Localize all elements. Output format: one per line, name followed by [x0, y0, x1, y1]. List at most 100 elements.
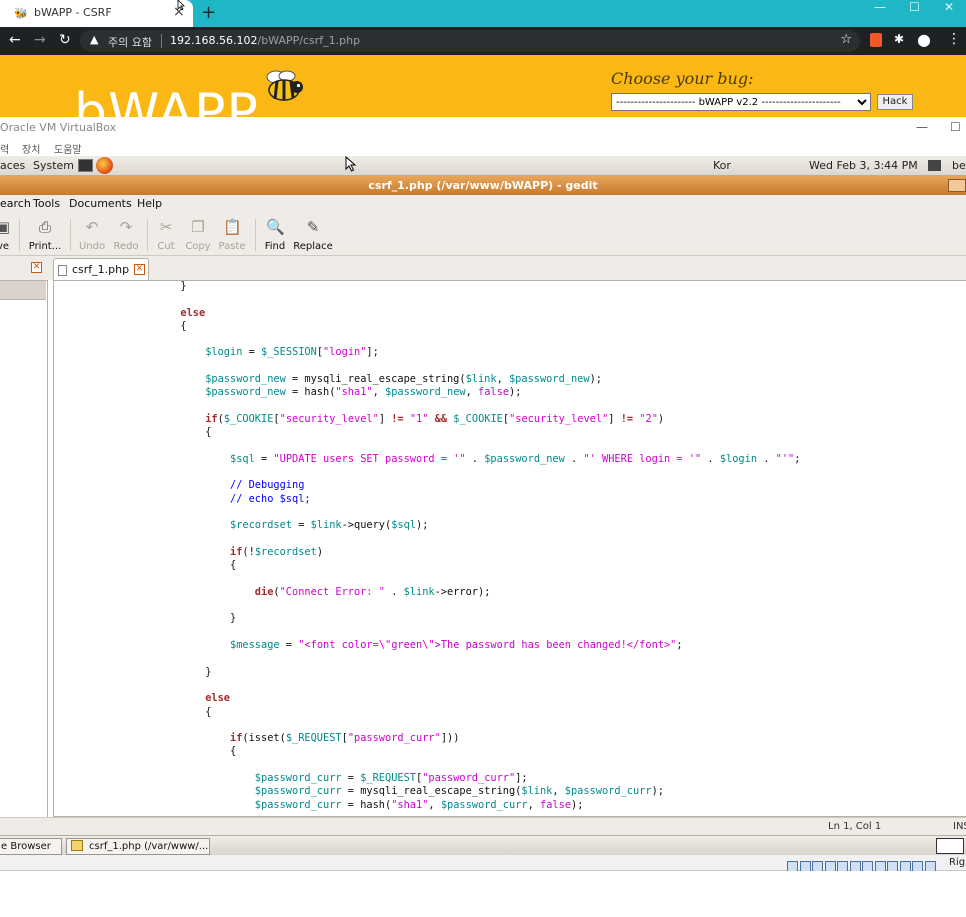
new-tab-button[interactable]: +	[201, 2, 216, 23]
display-icon[interactable]	[928, 160, 941, 171]
code-line[interactable]: $sql = "UPDATE users SET password = '" .…	[106, 453, 800, 466]
code-editor[interactable]: } else { $login = $_SESSION["login"]; $p…	[53, 280, 966, 817]
code-line[interactable]	[106, 719, 800, 732]
code-line[interactable]	[106, 400, 800, 413]
code-line[interactable]: if($_COOKIE["security_level"] != "1" && …	[106, 413, 800, 426]
window-close-icon[interactable]: ✕	[944, 0, 954, 14]
terminal-launcher-icon[interactable]	[78, 159, 93, 172]
code-line[interactable]: {	[106, 426, 800, 439]
code-line[interactable]	[106, 293, 800, 306]
side-pane[interactable]	[0, 280, 48, 820]
window-maximize-icon[interactable]: ☐	[909, 0, 920, 14]
forward-arrow-icon[interactable]: →	[34, 32, 46, 48]
reload-icon[interactable]: ↻	[59, 32, 71, 48]
code-line[interactable]: $password_new = mysqli_real_escape_strin…	[106, 373, 800, 386]
code-line[interactable]: $recordset = $link->query($sql);	[106, 519, 800, 532]
browser-menu-icon[interactable]: ⋮	[947, 31, 961, 47]
bwapp-logo[interactable]: bWAPP	[74, 83, 259, 117]
vbox-menu-help[interactable]: 도움말	[54, 141, 82, 156]
extensions-puzzle-icon[interactable]: ✱	[894, 32, 904, 46]
code-line[interactable]: }	[106, 666, 800, 679]
code-line[interactable]: $password_curr = hash("sha1", $password_…	[106, 799, 800, 812]
code-line[interactable]	[106, 506, 800, 519]
vbox-minimize-icon[interactable]: —	[916, 120, 928, 134]
firefox-launcher-icon[interactable]	[96, 157, 113, 174]
code-line[interactable]	[106, 573, 800, 586]
profile-avatar-icon[interactable]: ●	[917, 30, 931, 49]
code-line[interactable]: }	[106, 612, 800, 625]
vbox-menu-devices[interactable]: 장치	[22, 141, 40, 156]
bug-select[interactable]: ---------------------- bWAPP v2.2 ------…	[611, 93, 871, 111]
menu-help[interactable]: Help	[137, 197, 162, 210]
code-line[interactable]: else	[106, 692, 800, 705]
security-warning-label[interactable]: 주의 요함	[108, 34, 152, 50]
find-button[interactable]: 🔍 Find	[261, 215, 289, 255]
bookmark-star-icon[interactable]: ☆	[840, 32, 852, 47]
code-line[interactable]: if(isset($_REQUEST["password_curr"]))	[106, 732, 800, 745]
extension-shield-icon[interactable]	[870, 33, 882, 47]
menu-search[interactable]: earch	[0, 197, 31, 210]
menu-tools[interactable]: Tools	[33, 197, 60, 210]
panel-clock[interactable]: Wed Feb 3, 3:44 PM	[809, 159, 918, 172]
taskbar-gedit[interactable]: csrf_1.php (/var/www/...	[66, 838, 210, 855]
code-line[interactable]: {	[106, 559, 800, 572]
address-bar[interactable]: ▲ 주의 요함 192.168.56.102/bWAPP/csrf_1.php …	[80, 30, 860, 52]
browser-tab[interactable]: 🐝 bWAPP - CSRF ×	[0, 0, 193, 27]
redo-button[interactable]: ↷ Redo	[111, 215, 141, 255]
document-tab-close-icon[interactable]: ✕	[134, 264, 145, 275]
print-button[interactable]: ⎙ Print...	[26, 215, 64, 255]
warning-triangle-icon[interactable]: ▲	[90, 33, 98, 46]
code-line[interactable]: $password_new = hash("sha1", $password_n…	[106, 386, 800, 399]
url-text[interactable]: 192.168.56.102/bWAPP/csrf_1.php	[170, 34, 360, 47]
hack-button[interactable]: Hack	[877, 94, 913, 110]
code-line[interactable]: else	[106, 307, 800, 320]
code-line[interactable]: {	[106, 706, 800, 719]
code-line[interactable]	[106, 360, 800, 373]
vbox-maximize-icon[interactable]: ☐	[950, 120, 961, 134]
code-line[interactable]: if(!$recordset)	[106, 546, 800, 559]
gedit-minimize-button[interactable]	[948, 179, 966, 192]
save-button[interactable]: ▣ ve	[0, 215, 12, 255]
panel-system-menu[interactable]: System	[33, 159, 74, 172]
code-line[interactable]: $message = "<font color=\"green\">The pa…	[106, 639, 800, 652]
code-line[interactable]: $login = $_SESSION["login"];	[106, 346, 800, 359]
code-line[interactable]	[106, 626, 800, 639]
code-line[interactable]	[106, 599, 800, 612]
window-minimize-icon[interactable]: —	[874, 0, 886, 14]
code-line[interactable]: {	[106, 320, 800, 333]
cut-button[interactable]: ✂ Cut	[153, 215, 179, 255]
vbox-menu-input[interactable]: 력	[0, 141, 9, 156]
code-line[interactable]: $password_curr = mysqli_real_escape_stri…	[106, 785, 800, 798]
code-line[interactable]: {	[106, 745, 800, 758]
copy-button[interactable]: ❐ Copy	[182, 215, 214, 255]
replace-button[interactable]: ✎ Replace	[292, 215, 334, 255]
paste-button[interactable]: 📋 Paste	[216, 215, 248, 255]
keyboard-layout-indicator[interactable]: Kor	[713, 159, 731, 172]
menu-documents[interactable]: Documents	[69, 197, 132, 210]
code-line[interactable]	[106, 759, 800, 772]
code-token: ->error);	[434, 585, 491, 598]
code-line[interactable]	[106, 440, 800, 453]
document-tab[interactable]: csrf_1.php ✕	[53, 258, 149, 280]
code-token: "2"	[639, 412, 658, 425]
code-line[interactable]: // Debugging	[106, 479, 800, 492]
panel-user-name[interactable]: bee	[952, 159, 966, 172]
code-line[interactable]	[106, 466, 800, 479]
taskbar-file-browser[interactable]: e Browser	[0, 838, 62, 855]
undo-button[interactable]: ↶ Undo	[76, 215, 108, 255]
code-line[interactable]: // echo $sql;	[106, 493, 800, 506]
code-line[interactable]: $password_curr = $_REQUEST["password_cur…	[106, 772, 800, 785]
notes-applet-icon[interactable]	[936, 838, 964, 854]
side-pane-close-icon[interactable]: ✕	[31, 262, 42, 273]
code-line[interactable]	[106, 652, 800, 665]
code-text[interactable]: } else { $login = $_SESSION["login"]; $p…	[106, 281, 800, 812]
code-line[interactable]: die("Connect Error: " . $link->error);	[106, 586, 800, 599]
panel-places-menu[interactable]: aces	[0, 159, 25, 172]
side-pane-header[interactable]	[0, 281, 46, 300]
code-line[interactable]	[106, 333, 800, 346]
code-line[interactable]: }	[106, 281, 800, 293]
code-line[interactable]	[106, 679, 800, 692]
code-line[interactable]	[106, 533, 800, 546]
back-arrow-icon[interactable]: ←	[9, 32, 21, 48]
